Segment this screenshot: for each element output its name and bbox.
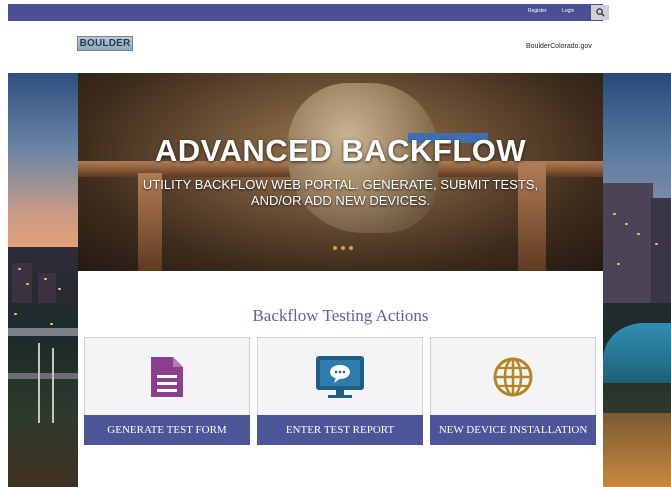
- top-utility-bar: Register Login: [8, 4, 609, 21]
- monitor-chat-icon: [316, 356, 364, 398]
- document-icon: [151, 357, 183, 397]
- hero-subtitle-line-2: AND/OR ADD NEW DEVICES.: [250, 193, 431, 208]
- enter-test-report-button[interactable]: ENTER TEST REPORT: [257, 415, 423, 445]
- carousel-dot[interactable]: [333, 246, 337, 250]
- site-header: BOULDER BoulderColorado.gov: [0, 21, 671, 73]
- main-content: Backflow Testing Actions GENERATE TEST F…: [78, 271, 603, 487]
- left-background-image: [8, 73, 78, 487]
- boulder-colorado-gov-link[interactable]: BoulderColorado.gov: [526, 43, 592, 50]
- right-background-image: [603, 73, 671, 487]
- hero-title: ADVANCED BACKFLOW: [154, 133, 527, 168]
- hero-subtitle-line-1: UTILITY BACKFLOW WEB PORTAL. GENERATE, S…: [142, 177, 539, 192]
- generate-test-form-card[interactable]: GENERATE TEST FORM: [84, 337, 250, 445]
- hero-subtitle: UTILITY BACKFLOW WEB PORTAL. GENERATE, S…: [118, 177, 563, 209]
- section-title: Backflow Testing Actions: [252, 306, 429, 325]
- globe-icon: [493, 357, 533, 397]
- new-device-installation-button[interactable]: NEW DEVICE INSTALLATION: [430, 415, 596, 445]
- login-link[interactable]: Login: [562, 8, 574, 14]
- generate-test-form-button[interactable]: GENERATE TEST FORM: [84, 415, 250, 445]
- page: Register Login BOULDER BoulderColorado.g…: [0, 0, 671, 487]
- carousel-dot[interactable]: [341, 246, 345, 250]
- enter-test-report-card[interactable]: ENTER TEST REPORT: [257, 337, 423, 445]
- search-icon: [595, 8, 605, 17]
- carousel-dot[interactable]: [349, 246, 353, 250]
- new-device-installation-card[interactable]: NEW DEVICE INSTALLATION: [430, 337, 596, 445]
- boulder-logo[interactable]: BOULDER: [77, 36, 133, 51]
- search-button[interactable]: [591, 5, 609, 20]
- hero-banner: ADVANCED BACKFLOW UTILITY BACKFLOW WEB P…: [78, 73, 603, 271]
- register-link[interactable]: Register: [528, 8, 547, 14]
- carousel-indicators: [333, 246, 353, 250]
